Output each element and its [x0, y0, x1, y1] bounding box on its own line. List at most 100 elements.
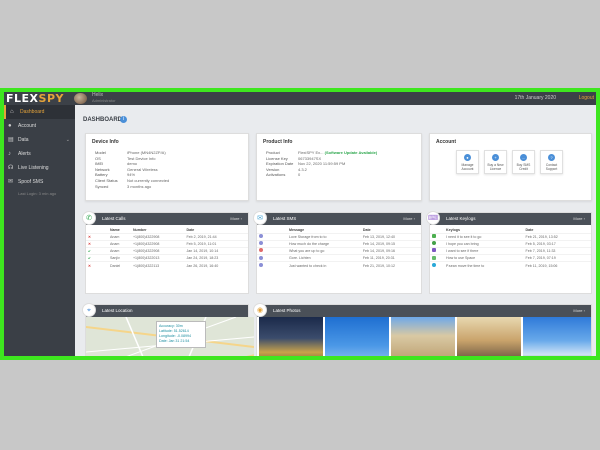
sidebar-item-live-listening[interactable]: ☊ Live Listening [4, 161, 75, 175]
manage-account-button[interactable]: ● Manage Account [456, 150, 479, 174]
table-row[interactable]: I want to see if there Feb 7, 2019, 11:33 [430, 246, 591, 255]
keylogs-table: Keylogs Date I need it to see it to go Feb… [430, 227, 591, 269]
missed-call-icon: ✕ [88, 234, 92, 239]
table-row[interactable]: ✕ Anam +1(800)4322908 Feb 2, 2019, 21:44 [86, 232, 248, 241]
sms-status-icon [259, 248, 263, 253]
current-date: 17th January 2020 [514, 95, 556, 101]
location-popup: Accuracy: 30m Latitude: 51.52614 Longitu… [156, 321, 206, 348]
sidebar-item-alerts[interactable]: ♪ Alerts [4, 147, 75, 161]
card-title: Product Info [263, 139, 293, 145]
keyboard-icon: ⌨ [426, 211, 440, 225]
sidebar-item-dashboard[interactable]: ⌂ Dashboard [4, 105, 75, 119]
missed-call-icon: ✕ [88, 241, 92, 246]
photo-thumbnail[interactable] [457, 317, 521, 356]
info-icon[interactable]: i [120, 116, 127, 123]
map-pin-icon: ⌖ [82, 303, 96, 317]
more-link[interactable]: More › [403, 213, 415, 225]
missed-call-icon: ✕ [88, 263, 92, 268]
photo-thumbnail[interactable] [391, 317, 455, 356]
latest-keylogs-widget: ⌨ Latest Keylogs More › Keylogs Date I ne… [426, 211, 592, 294]
app-icon [432, 263, 436, 268]
top-bar: FLEXSPY Helix Administrator 17th January… [4, 92, 596, 105]
app-window: FLEXSPY Helix Administrator 17th January… [0, 88, 600, 360]
photo-thumbnail[interactable] [523, 317, 591, 356]
latest-calls-widget: ✆ Latest Calls More › Name Number Date ✕ An… [82, 211, 249, 294]
sidebar: ⌂ Dashboard ● Account ▤ Data ⌄ ♪ Alerts ☊ Live… [4, 105, 75, 356]
photo-thumbnail[interactable] [325, 317, 389, 356]
app-icon [432, 241, 436, 246]
table-row[interactable]: I need it to see it to go Feb 21, 2019, 1… [430, 232, 591, 241]
widget-header: ✉ Latest SMS More › [253, 211, 421, 225]
buy-licence-button[interactable]: + Buy a New Licence [484, 150, 507, 174]
table-row[interactable]: ↙ Anam +1(800)4322908 Jan 14, 2019, 10:14 [86, 246, 248, 255]
more-link[interactable]: More › [230, 213, 242, 225]
table-row[interactable]: ✕ Daniel +1(800)4322113 Jan 26, 2019, 16:40 [86, 261, 248, 269]
page-title: DASHBOARD [83, 117, 122, 123]
card-title: Account [436, 139, 456, 145]
widget-header: ◉ Latest Photos More › [253, 303, 591, 317]
user-icon: ● [8, 123, 12, 129]
table-row[interactable]: ↙ Sanjiv +1(800)4322013 Jan 24, 2019, 18:23 [86, 254, 248, 262]
logout-link[interactable]: Logout [579, 95, 594, 101]
sidebar-item-account[interactable]: ● Account [4, 119, 75, 133]
user-icon: ● [464, 154, 471, 161]
chevron-down-icon: ⌄ [65, 137, 70, 143]
logo: FLEXSPY [6, 92, 64, 105]
table-row[interactable]: How to use Space Feb 7, 2019, 07:19 [430, 254, 591, 262]
support-icon: ? [548, 154, 555, 161]
headphones-icon: ☊ [8, 165, 14, 171]
contact-support-button[interactable]: ? Contact Support [540, 150, 563, 174]
user-role: Administrator [92, 98, 116, 103]
main-content: DASHBOARD i Device Info Model iPhone (MN4… [75, 105, 596, 356]
sms-status-icon [259, 263, 263, 268]
received-call-icon: ↙ [88, 248, 92, 253]
more-link[interactable]: More › [573, 213, 585, 225]
table-row[interactable]: ✕ Anam +1(800)4322908 Feb 5, 2019, 11:01 [86, 239, 248, 248]
data-icon: ▤ [8, 137, 14, 143]
sms-status-icon [259, 241, 263, 246]
table-row[interactable]: What you are up to go Feb 14, 2019, 09:16 [257, 246, 421, 255]
cart-icon: + [492, 154, 499, 161]
latest-sms-widget: ✉ Latest SMS More › Message Date Love Sto… [253, 211, 422, 294]
table-row[interactable]: Gore. Lichten Feb 11, 2019, 20:31 [257, 254, 421, 262]
sidebar-item-data[interactable]: ▤ Data ⌄ [4, 133, 75, 147]
message-icon: ✉ [8, 179, 14, 185]
app-icon [432, 255, 436, 260]
sms-status-icon [259, 234, 263, 239]
product-info-card: Product Info Product FlexiSPY Ex... (Soft… [256, 133, 422, 201]
location-map[interactable]: Accuracy: 30m Latitude: 51.52614 Longitu… [86, 317, 254, 356]
bell-icon: ♪ [8, 151, 11, 157]
photo-thumbnail[interactable] [259, 317, 323, 356]
sms-status-icon [259, 255, 263, 260]
latest-photos-widget: ◉ Latest Photos More › [253, 303, 592, 356]
buy-sms-credit-button[interactable]: … Buy SMS Credit [512, 150, 535, 174]
table-row[interactable]: How much do the charge Feb 14, 2019, 09:1… [257, 239, 421, 248]
chat-icon: ✉ [253, 211, 267, 225]
avatar[interactable] [74, 93, 87, 104]
camera-icon: ◉ [253, 303, 267, 317]
phone-icon: ✆ [82, 211, 96, 225]
received-call-icon: ↙ [88, 256, 92, 261]
last-login-note: Last Login: 3 min ago [18, 191, 57, 196]
table-row[interactable]: I hope you can bring Feb 5, 2019, 03:17 [430, 239, 591, 248]
account-buttons: ● Manage Account + Buy a New Licence … Buy … [456, 150, 563, 174]
latest-location-widget: ⌖ Latest Location Accuracy: 30m Latitude… [82, 303, 254, 356]
sidebar-item-spoof-sms[interactable]: ✉ Spoof SMS [4, 175, 75, 189]
table-row[interactable]: P.sean move the time to Feb 11, 2019, 15:… [430, 261, 591, 269]
account-card: Account ● Manage Account + Buy a New Licen… [429, 133, 592, 201]
sms-table: Message Date Love Storage from to to Feb 1… [257, 227, 421, 269]
app-icon [432, 234, 436, 239]
app-icon [432, 248, 436, 253]
widget-header: ⌖ Latest Location [82, 303, 248, 317]
card-title: Device Info [92, 139, 119, 145]
widget-header: ✆ Latest Calls More › [82, 211, 248, 225]
table-row[interactable]: Just wanted to check in Feb 21, 2019, 10:… [257, 261, 421, 269]
home-icon: ⌂ [10, 109, 14, 115]
device-info-card: Device Info Model iPhone (MN4N2ZP/A) OS Te… [85, 133, 249, 201]
widget-header: ⌨ Latest Keylogs More › [426, 211, 591, 225]
calls-table: Name Number Date ✕ Anam +1(800)4322908 Feb 2,… [86, 227, 248, 269]
more-link[interactable]: More › [573, 305, 585, 317]
chat-icon: … [520, 154, 527, 161]
update-badge[interactable]: (Software Update Available) [325, 150, 378, 155]
table-row[interactable]: Love Storage from to to Feb 13, 2019, 12:… [257, 232, 421, 241]
